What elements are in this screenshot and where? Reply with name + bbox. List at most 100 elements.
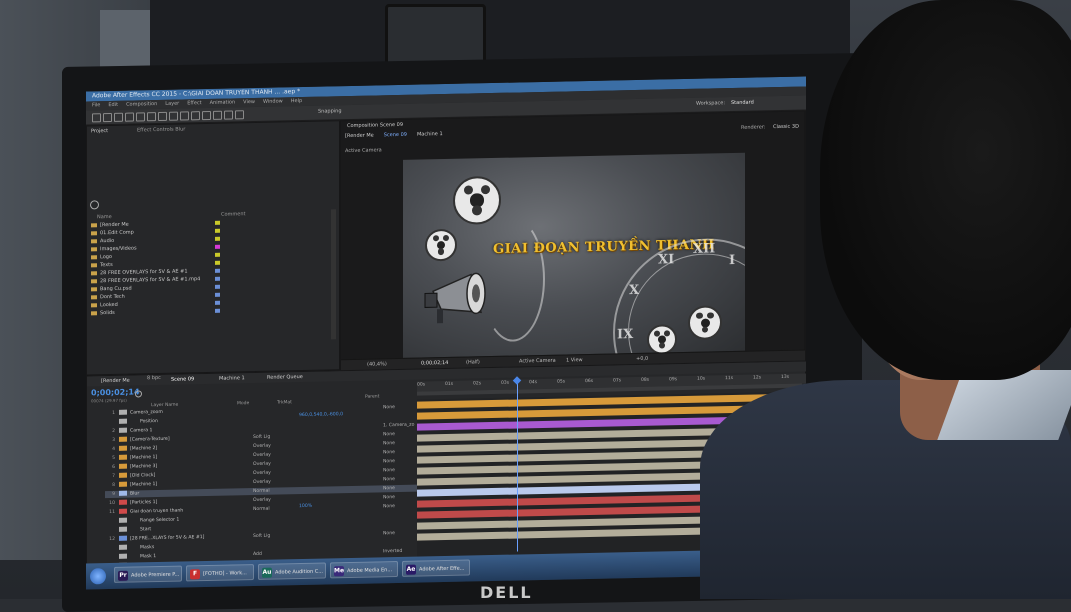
list-item[interactable]: Logo <box>91 254 112 260</box>
layer-name[interactable]: [Camera-Texture] <box>130 437 170 443</box>
menu-item-help[interactable]: Help <box>291 98 302 104</box>
layer-label-swatch[interactable] <box>119 509 127 514</box>
list-item[interactable]: [Render Me <box>91 222 129 229</box>
layer-mode[interactable]: Overlay <box>253 461 271 468</box>
list-item[interactable]: Texts <box>91 262 113 268</box>
tab-effect-controls[interactable]: Effect Controls Blur <box>137 126 185 133</box>
renderer-value[interactable]: Classic 3D <box>773 124 799 131</box>
layer-name[interactable]: [Machine 2] <box>130 446 157 452</box>
layer-mode[interactable]: Overlay <box>253 497 271 504</box>
current-time-indicator[interactable] <box>517 381 518 551</box>
col-name[interactable]: Name <box>97 214 112 220</box>
text-tool-icon[interactable] <box>180 111 189 120</box>
layer-parent[interactable]: None <box>383 530 395 537</box>
layer-mode[interactable]: Overlay <box>253 452 271 459</box>
layer-parent[interactable]: None <box>383 467 395 474</box>
breadcrumb-item[interactable]: Scene 09 <box>384 132 407 140</box>
menu-item-file[interactable]: File <box>92 102 100 108</box>
layer-parent[interactable]: None <box>383 503 395 510</box>
layer-label-swatch[interactable] <box>119 428 127 433</box>
tab-composition[interactable]: Composition Scene 09 <box>347 122 403 129</box>
label-color-swatch[interactable] <box>215 237 220 241</box>
menu-item-view[interactable]: View <box>243 99 255 105</box>
taskbar-app-button[interactable]: AuAdobe Audition C... <box>258 563 326 580</box>
layer-mode[interactable]: Normal <box>253 488 270 495</box>
layer-parent[interactable]: None <box>383 440 395 447</box>
label-color-swatch[interactable] <box>215 293 220 297</box>
camera-tool-icon[interactable] <box>136 112 145 121</box>
layer-label-swatch[interactable] <box>119 527 127 532</box>
label-color-swatch[interactable] <box>215 269 220 273</box>
layer-mode[interactable]: Soft Lig <box>253 434 270 441</box>
layer-name[interactable]: Camera 1 <box>130 428 152 433</box>
label-color-swatch[interactable] <box>215 253 220 257</box>
list-item[interactable]: Dont Tech <box>91 294 125 301</box>
layer-label-swatch[interactable] <box>119 554 127 559</box>
tab-project[interactable]: Project <box>91 128 108 134</box>
search-icon[interactable] <box>135 390 142 397</box>
layer-label-swatch[interactable] <box>119 482 127 487</box>
layer-name[interactable]: Blur <box>130 491 139 496</box>
layer-label-swatch[interactable] <box>119 536 127 541</box>
layer-label-swatch[interactable] <box>119 419 127 424</box>
taskbar-app-button[interactable]: F[FOTHO] - Work... <box>186 564 254 581</box>
tab-timeline[interactable]: Render Queue <box>267 374 303 381</box>
layer-name[interactable]: Giai doan truyen thanh <box>130 509 183 515</box>
layer-parent[interactable]: None <box>383 431 395 438</box>
layer-parent[interactable]: None <box>383 494 395 501</box>
puppet-tool-icon[interactable] <box>235 110 244 119</box>
tab-timeline[interactable]: Scene 09 <box>171 376 194 382</box>
layer-name[interactable]: [Old Clock] <box>130 473 155 479</box>
layer-label-swatch[interactable] <box>119 518 127 523</box>
start-value[interactable]: 100% <box>299 504 312 509</box>
layer-parent[interactable]: Inverted <box>383 548 402 555</box>
label-color-swatch[interactable] <box>215 301 220 305</box>
layer-mode[interactable]: Soft Lig <box>253 533 270 540</box>
list-item[interactable]: Bang Cu.psd <box>91 286 132 293</box>
menu-item-edit[interactable]: Edit <box>108 102 118 108</box>
breadcrumb-item[interactable]: [Render Me <box>345 133 374 142</box>
layer-label-swatch[interactable] <box>119 545 127 550</box>
col-trkmat[interactable]: TrkMat <box>277 400 292 405</box>
timeline-timecode[interactable]: 0;00;02;14 <box>91 387 140 397</box>
list-item[interactable]: Images/Videos <box>91 245 137 252</box>
layer-name[interactable]: Masks <box>140 545 154 550</box>
list-item[interactable]: 28 FREE OVERLAYS for 5V & AE #1 <box>91 268 188 276</box>
layer-mode[interactable]: Overlay <box>253 479 271 486</box>
layer-parent[interactable]: None <box>383 476 395 483</box>
label-color-swatch[interactable] <box>215 277 220 281</box>
bpc-label[interactable]: 8 bpc <box>147 375 161 381</box>
layer-name[interactable]: [Particles 1] <box>130 500 157 506</box>
menu-item-effect[interactable]: Effect <box>187 100 201 106</box>
workspace-dropdown[interactable]: Standard <box>731 100 754 106</box>
rotate-tool-icon[interactable] <box>125 113 134 122</box>
project-scrollbar[interactable] <box>331 209 336 339</box>
taskbar-app-button[interactable]: PrAdobe Premiere P... <box>114 566 182 583</box>
col-parent[interactable]: Parent <box>365 394 379 399</box>
layer-name[interactable]: Position <box>140 419 158 424</box>
list-item[interactable]: Looked <box>91 302 118 309</box>
eraser-tool-icon[interactable] <box>213 111 222 120</box>
layer-name[interactable]: Camera_zoom <box>130 410 163 416</box>
pan-behind-tool-icon[interactable] <box>147 112 156 121</box>
snapping-label[interactable]: Snapping <box>318 108 342 114</box>
layer-label-swatch[interactable] <box>119 437 127 442</box>
layer-name[interactable]: [Machine 3] <box>130 464 157 470</box>
menu-item-composition[interactable]: Composition <box>126 101 157 108</box>
layer-name[interactable]: [Machine 1] <box>130 455 157 461</box>
layer-parent[interactable]: None <box>383 458 395 465</box>
menu-item-layer[interactable]: Layer <box>165 101 179 107</box>
list-item[interactable]: 28 FREE OVERLAYS for 5V & AE #1.mp4 <box>91 276 200 284</box>
layer-parent[interactable]: None <box>383 449 395 456</box>
layer-label-swatch[interactable] <box>119 455 127 460</box>
search-icon[interactable] <box>90 200 99 209</box>
tab-timeline[interactable]: [Render Me <box>101 378 130 385</box>
taskbar-app-button[interactable]: AeAdobe After Effe... <box>402 559 470 576</box>
list-item[interactable]: Solids <box>91 310 115 316</box>
label-color-swatch[interactable] <box>215 285 220 289</box>
breadcrumb-item[interactable]: Machine 1 <box>417 131 443 140</box>
layer-label-swatch[interactable] <box>119 464 127 469</box>
list-item[interactable]: 01.Edit Comp <box>91 230 134 237</box>
label-color-swatch[interactable] <box>215 309 220 313</box>
taskbar-app-button[interactable]: MeAdobe Media En... <box>330 561 398 578</box>
